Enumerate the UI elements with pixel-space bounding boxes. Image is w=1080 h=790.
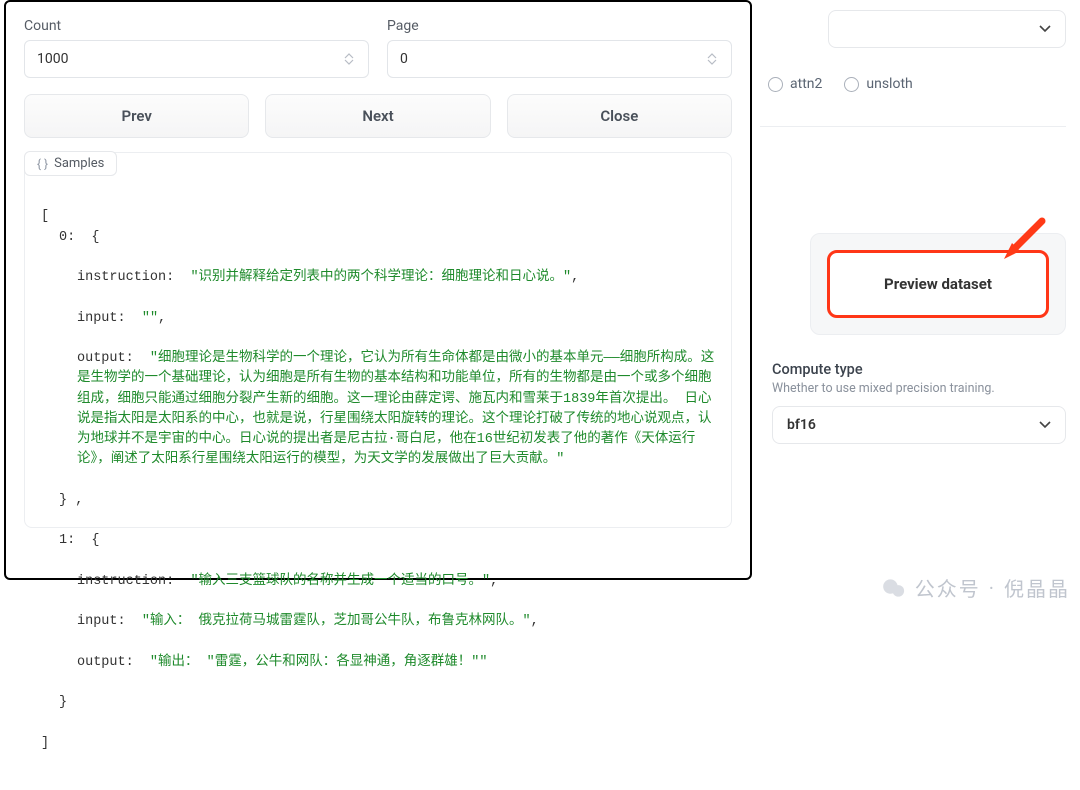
samples-json: [ 0: { instruction: "识别并解释给定列表中的两个科学理论：细… bbox=[25, 177, 731, 790]
radio-unsloth[interactable]: unsloth bbox=[844, 76, 912, 92]
watermark-dot: · bbox=[989, 576, 996, 600]
samples-tab-label: Samples bbox=[54, 156, 104, 171]
page-input[interactable]: 0 bbox=[387, 40, 732, 78]
samples-tab[interactable]: { } Samples bbox=[24, 151, 117, 176]
watermark-prefix: 公众号 bbox=[915, 573, 981, 602]
compute-type-select[interactable]: bf16 bbox=[772, 406, 1066, 444]
radio-unsloth-label: unsloth bbox=[866, 76, 912, 92]
page-field: Page 0 bbox=[387, 18, 732, 78]
count-stepper[interactable] bbox=[342, 53, 356, 65]
page-value: 0 bbox=[400, 51, 408, 67]
count-value: 1000 bbox=[37, 51, 68, 67]
page-stepper[interactable] bbox=[705, 53, 719, 65]
radio-circle-icon bbox=[844, 77, 859, 92]
settings-column: attn2 unsloth Preview dataset Compute ty… bbox=[760, 0, 1078, 608]
attn-radio-group: attn2 unsloth bbox=[768, 48, 1066, 92]
preview-dataset-button[interactable]: Preview dataset bbox=[827, 250, 1049, 318]
page-label: Page bbox=[387, 18, 732, 34]
compute-type-section: Compute type Whether to use mixed precis… bbox=[772, 361, 1066, 444]
prev-button[interactable]: Prev bbox=[24, 94, 249, 138]
count-field: Count 1000 bbox=[24, 18, 369, 78]
divider bbox=[760, 126, 1066, 127]
radio-circle-icon bbox=[768, 77, 783, 92]
watermark: 公众号 · 倪晶晶 bbox=[881, 573, 1070, 602]
next-button[interactable]: Next bbox=[265, 94, 490, 138]
count-label: Count bbox=[24, 18, 369, 34]
count-input[interactable]: 1000 bbox=[24, 40, 369, 78]
watermark-name: 倪晶晶 bbox=[1004, 573, 1070, 602]
annotation-arrow-icon bbox=[994, 217, 1046, 269]
preview-card: Preview dataset bbox=[810, 233, 1066, 335]
radio-attn2[interactable]: attn2 bbox=[768, 76, 822, 92]
close-button[interactable]: Close bbox=[507, 94, 732, 138]
compute-type-title: Compute type bbox=[772, 361, 1066, 378]
compute-type-subtitle: Whether to use mixed precision training. bbox=[772, 381, 1066, 396]
braces-icon: { } bbox=[37, 157, 48, 171]
wechat-icon bbox=[881, 575, 907, 601]
compute-type-value: bf16 bbox=[787, 417, 816, 433]
chevron-down-icon bbox=[1039, 417, 1051, 433]
preview-dataset-label: Preview dataset bbox=[884, 275, 992, 293]
radio-attn2-label: attn2 bbox=[790, 76, 822, 92]
samples-panel: { } Samples [ 0: { instruction: "识别并解释给定… bbox=[24, 152, 732, 528]
chevron-down-icon bbox=[1039, 21, 1051, 37]
dataset-preview-modal: Count 1000 Page 0 Prev Next Close bbox=[4, 0, 752, 580]
top-dropdown[interactable] bbox=[828, 10, 1066, 48]
